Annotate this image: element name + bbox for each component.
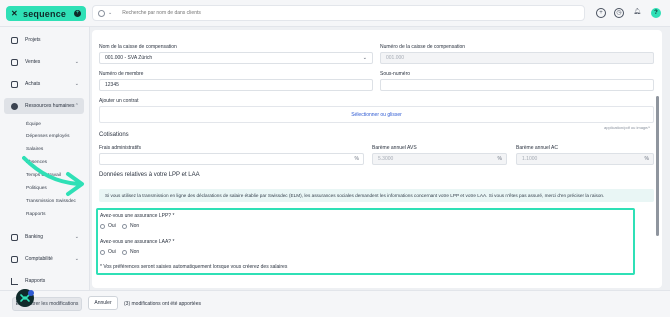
chat-widget-icon[interactable] [15,288,35,308]
help-icon[interactable]: ? [651,8,661,18]
scrollbar[interactable] [656,96,659,236]
cancel-button[interactable]: Annuler [88,296,118,310]
sidebar-item-label: Comptabilité [25,256,53,262]
sidebar-subitem-rapports[interactable]: Rapports [26,212,45,217]
chevron-down-icon: ⌄ [74,81,79,87]
contrat-upload-button[interactable]: Sélectionner ou glisser [351,112,402,118]
chart-icon [11,277,18,285]
insurance-footnote: * Vos préférences seront saisies automat… [100,264,288,270]
laa-oui-option[interactable]: Oui [100,249,116,255]
changes-count-text: (3) modifications ont été apportées [124,301,201,307]
plus-icon[interactable]: + [74,10,81,17]
radio-icon[interactable] [122,249,127,255]
lpp-question: Avez-vous une assurance LPP? * [100,213,175,219]
sidebar-item-label: Ventes [25,59,41,65]
contrat-hint: application/pdf ou image/* [604,125,651,130]
sidebar-item-rapports[interactable]: Rapports [4,273,84,289]
sidebar-item-label: Projets [25,37,41,43]
clock-icon[interactable]: ◷ [614,8,624,18]
bell-icon[interactable]: 🔔︎ [632,8,642,18]
top-bar: ✕ sequence + ⌄ + ◷ 🔔︎ ? [0,0,670,27]
insurance-highlight-box: Avez-vous une assurance LPP? * Oui Non A… [96,208,635,275]
sidebar-item-ressources-humaines[interactable]: Ressources humaines ⌃ [4,98,84,114]
radio-icon[interactable] [100,223,105,229]
sidebar-subitem-equipe[interactable]: Équipe [26,122,41,127]
sidebar-item-projets[interactable]: Projets [4,32,84,48]
sidebar-item-label: Banking [25,234,44,240]
frais-unit: % [354,156,359,162]
check-square-icon [11,36,18,44]
frais-label: Frais administratifs [99,145,141,151]
chevron-down-icon: ⌄ [74,256,79,262]
user-circle-icon [11,102,18,110]
oui-label: Oui [108,223,116,229]
numero-caisse-value: 001.000 [386,55,405,61]
avs-unit: % [497,156,502,162]
brand-name: sequence [23,8,67,19]
bank-icon [11,233,18,241]
numero-caisse-field: 001.000 [380,52,654,64]
sidebar-subitem-depenses[interactable]: Dépenses employés [26,134,69,139]
sidebar-item-label: Achats [25,81,41,87]
logo-mark-icon: ✕ [11,8,18,18]
sidebar-item-comptabilite[interactable]: Comptabilité ⌄ [4,251,84,267]
caisse-value: 001.000 - SVA Zürich [105,55,153,61]
sous-numero-input[interactable] [380,79,654,91]
swissdec-notice: Si vous utilisez la transmission en lign… [99,189,654,202]
radio-icon[interactable] [100,249,105,255]
ac-label: Barème annuel AC [516,145,558,151]
pointer-arrow-icon [22,156,84,196]
chevron-down-icon: ⌄ [74,59,79,65]
chevron-down-icon: ⌄ [362,55,367,61]
ac-value: 1.1000 [522,156,538,162]
main-form-card: Nom de la caisse de compensation 001.000… [92,30,662,288]
sidebar-item-ventes[interactable]: Ventes ⌄ [4,54,84,70]
frais-input[interactable]: % [99,153,364,165]
chevron-up-icon: ⌃ [74,103,79,109]
lpp-non-option[interactable]: Non [122,223,139,229]
search-bar[interactable]: ⌄ [92,5,585,21]
lpp-section-title: Données relatives à votre LPP et LAA [99,172,200,178]
non-label: Non [130,249,140,255]
avs-value: 5.3000 [378,156,394,162]
contrat-label: Ajouter un contrat [99,98,139,104]
brand-logo[interactable]: ✕ sequence + [6,6,86,21]
chevron-down-icon: ⌄ [74,234,79,240]
receipt-icon [11,58,18,66]
sidebar-item-label: Ressources humaines [25,103,75,109]
radio-icon[interactable] [122,223,127,229]
lpp-oui-option[interactable]: Oui [100,223,116,229]
avs-field: 5.3000 % [372,153,507,165]
membre-label: Numéro de membre [99,71,144,77]
search-icon [98,9,105,17]
laa-question: Avez-vous une assurance LAA? * [100,239,175,245]
ac-unit: % [644,156,649,162]
sidebar-item-label: Rapports [25,278,46,284]
avs-label: Barème annuel AVS [372,145,417,151]
membre-input[interactable]: 12345 [99,79,373,91]
ac-field: 1.1000 % [516,153,654,165]
search-input[interactable] [122,10,523,16]
lock-icon [11,80,18,88]
laa-non-option[interactable]: Non [122,249,139,255]
sidebar-item-banking[interactable]: Banking ⌄ [4,229,84,245]
membre-value: 12345 [105,82,119,88]
numero-caisse-label: Numéro de la caisse de compensation [380,44,466,50]
cotisations-title: Cotisations [99,132,129,138]
caisse-select[interactable]: 001.000 - SVA Zürich ⌄ [99,52,373,64]
calculator-icon [11,255,18,263]
non-label: Non [130,223,140,229]
chevron-down-icon[interactable]: ⌄ [108,10,112,16]
footer-bar: Enregistrer les modifications Annuler (3… [0,290,670,317]
sous-numero-label: Sous-numéro [380,71,411,77]
add-circle-icon[interactable]: + [596,8,606,18]
contrat-upload-dropzone[interactable]: Sélectionner ou glisser [99,106,654,123]
notice-text: Si vous utilisez la transmission en lign… [105,193,605,198]
caisse-label: Nom de la caisse de compensation [99,44,177,50]
oui-label: Oui [108,249,116,255]
sidebar-item-achats[interactable]: Achats ⌄ [4,76,84,92]
